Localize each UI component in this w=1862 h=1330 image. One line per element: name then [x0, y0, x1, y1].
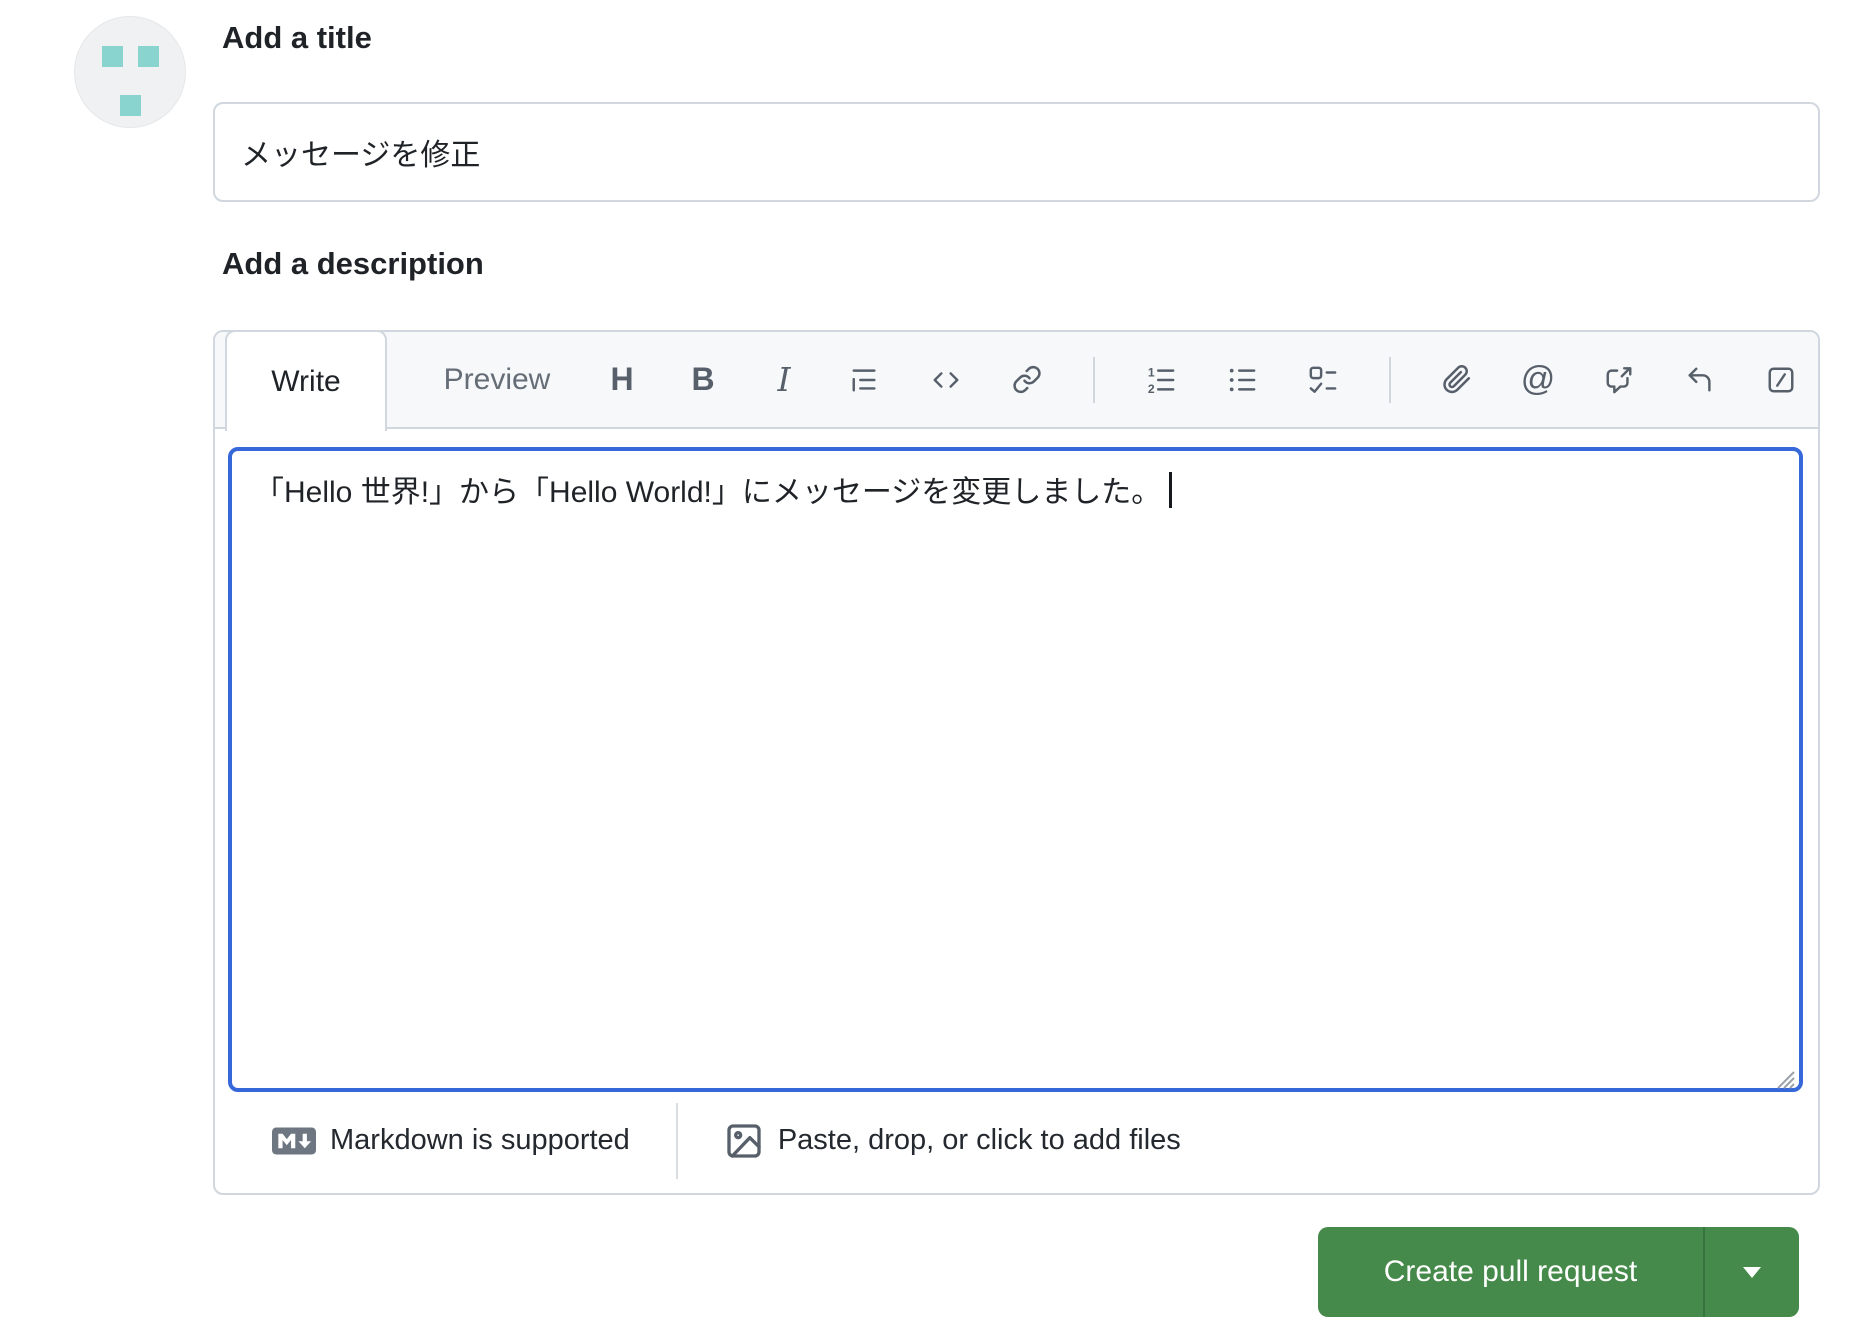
- markdown-editor: Write Preview H B I 1 2 @ 「Hello 世界!」から「…: [213, 330, 1820, 1195]
- cross-reference-icon[interactable]: [1604, 360, 1634, 400]
- title-label: Add a title: [222, 20, 372, 55]
- footer-divider: [675, 1102, 678, 1179]
- markdown-supported-link[interactable]: Markdown is supported: [272, 1124, 630, 1157]
- identicon-square: [138, 46, 159, 67]
- toolbar-divider: [1093, 356, 1095, 403]
- editor-tabbar: Write Preview H B I 1 2 @: [215, 330, 1818, 431]
- description-textarea[interactable]: 「Hello 世界!」から「Hello World!」にメッセージを変更しました…: [228, 447, 1803, 1092]
- attach-files-button[interactable]: Paste, drop, or click to add files: [724, 1121, 1181, 1161]
- chevron-down-icon: [1743, 1266, 1761, 1278]
- description-text: 「Hello 世界!」から「Hello World!」にメッセージを変更しました…: [254, 476, 1162, 509]
- link-icon[interactable]: [1012, 360, 1042, 400]
- markdown-icon: [272, 1126, 316, 1155]
- numbered-list-icon[interactable]: 1 2: [1146, 360, 1176, 400]
- reply-icon[interactable]: [1685, 360, 1715, 400]
- task-list-icon[interactable]: [1308, 360, 1338, 400]
- markdown-toolbar: H B I 1 2 @: [607, 332, 1796, 427]
- tab-write[interactable]: Write: [225, 330, 387, 431]
- text-cursor: [1169, 472, 1173, 508]
- create-pull-request-group: Create pull request: [1318, 1227, 1799, 1317]
- slash-command-icon[interactable]: [1766, 360, 1796, 400]
- image-icon: [727, 1123, 761, 1158]
- identicon-square: [120, 95, 141, 116]
- description-label: Add a description: [222, 246, 484, 281]
- svg-text:2: 2: [1148, 382, 1155, 396]
- code-icon[interactable]: [931, 360, 961, 400]
- avatar[interactable]: [74, 16, 186, 128]
- create-pull-request-button[interactable]: Create pull request: [1318, 1227, 1703, 1317]
- tab-preview[interactable]: Preview: [391, 332, 603, 427]
- title-input[interactable]: [213, 102, 1820, 202]
- mention-icon[interactable]: @: [1521, 360, 1556, 400]
- svg-text:1: 1: [1148, 365, 1155, 379]
- heading-icon[interactable]: H: [607, 360, 637, 400]
- quote-icon[interactable]: [850, 360, 880, 400]
- toolbar-divider: [1389, 356, 1391, 403]
- attach-file-icon[interactable]: [1442, 360, 1472, 400]
- resize-handle-icon[interactable]: [1770, 1059, 1796, 1089]
- identicon-square: [102, 46, 123, 67]
- editor-footer: Markdown is supported Paste, drop, or cl…: [215, 1088, 1818, 1193]
- create-pull-request-dropdown[interactable]: [1703, 1227, 1799, 1317]
- bullet-list-icon[interactable]: [1227, 360, 1257, 400]
- bold-icon[interactable]: B: [688, 360, 718, 400]
- italic-icon[interactable]: I: [769, 360, 799, 400]
